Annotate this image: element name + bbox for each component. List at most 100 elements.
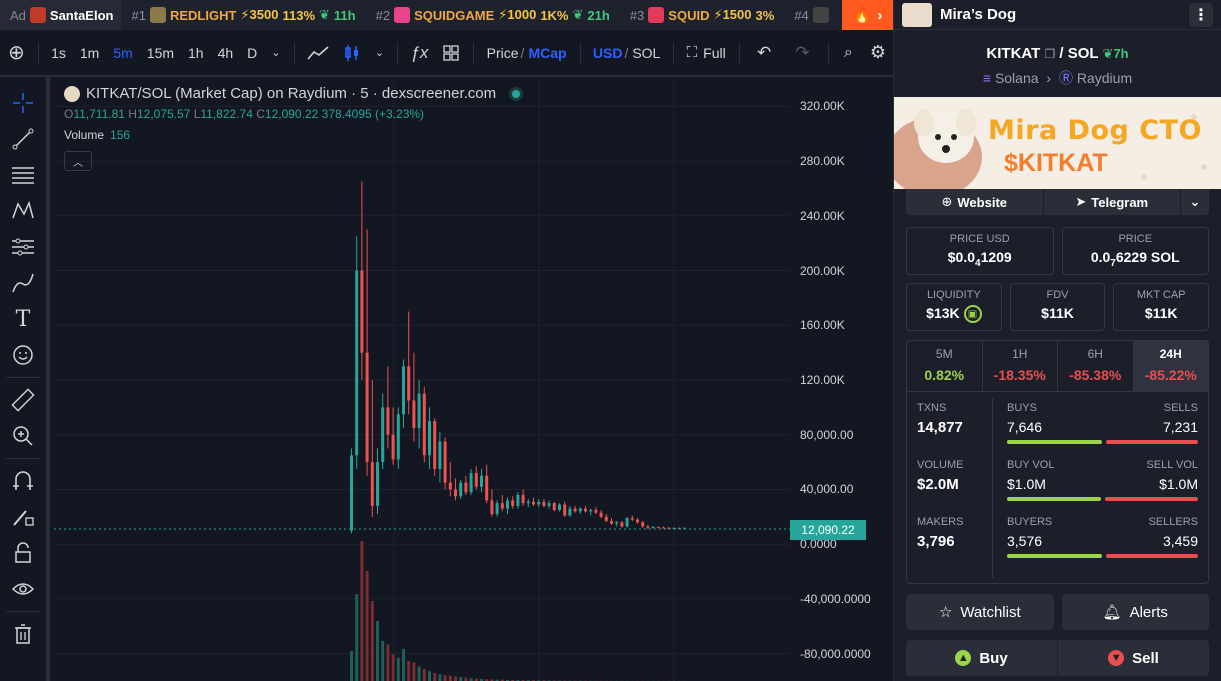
price-usd-box: PRICE USD $0.041209 bbox=[906, 227, 1054, 275]
mcap-box: MKT CAP $11K bbox=[1113, 283, 1210, 331]
fdv-box: FDV $11K bbox=[1009, 283, 1106, 331]
liquidity-box: LIQUIDITY $13K ▣ bbox=[906, 283, 1002, 331]
copy-icon[interactable]: ❐ bbox=[1044, 47, 1055, 61]
buy-button[interactable]: ▲ Buy bbox=[906, 640, 1058, 676]
chart-canvas[interactable] bbox=[54, 79, 892, 681]
brush-icon[interactable] bbox=[6, 265, 40, 301]
text-tool-icon[interactable]: T bbox=[6, 301, 40, 337]
volume-label: Volume bbox=[64, 128, 105, 142]
price-axis[interactable]: 320.00K 280.00K 240.00K 200.00K 160.00K 120.0… bbox=[790, 79, 892, 681]
quick-search-icon[interactable]: ⌕ bbox=[834, 44, 863, 62]
chevron-down-icon[interactable]: ⌄ bbox=[1181, 189, 1209, 215]
interval-dropdown-chevron-icon[interactable]: ⌄ bbox=[264, 46, 287, 59]
tab-change: -18.35% bbox=[993, 367, 1046, 383]
token-avatar bbox=[64, 85, 80, 102]
fullscreen-icon: ⛶ bbox=[686, 44, 698, 61]
sells-label: SELLS bbox=[1163, 402, 1198, 414]
trending-age: 11h bbox=[333, 7, 356, 23]
layout-grid-icon[interactable] bbox=[435, 44, 467, 62]
gear-icon[interactable]: ⚙ bbox=[863, 42, 893, 63]
interval-5m[interactable]: 5m bbox=[106, 45, 139, 61]
buys-sells-ratio-bar bbox=[1007, 440, 1198, 444]
trending-fire-button[interactable]: 🔥 › bbox=[842, 0, 893, 30]
ruler-icon[interactable] bbox=[6, 382, 40, 418]
zoom-in-icon[interactable] bbox=[6, 418, 40, 454]
banner-ticker: $KITKAT bbox=[1004, 149, 1108, 177]
emoji-icon[interactable] bbox=[6, 337, 40, 373]
txns-row: TXNS 14,877 BUYS SELLS 7,646 7,231 bbox=[907, 392, 1208, 448]
interval-1m[interactable]: 1m bbox=[73, 45, 106, 61]
sol-toggle[interactable]: SOL bbox=[628, 45, 667, 61]
volume-bar bbox=[443, 675, 447, 681]
website-button[interactable]: ⊕ Website bbox=[906, 189, 1044, 215]
trending-item-1[interactable]: #1 REDLIGHT ⚡3500 113% ❦ 11h bbox=[121, 7, 365, 23]
interval-d[interactable]: D bbox=[240, 45, 264, 61]
crosshair-icon[interactable] bbox=[6, 85, 40, 121]
indicators-fx-icon[interactable]: ƒx bbox=[403, 43, 435, 63]
eye-icon[interactable] bbox=[6, 571, 40, 607]
candle-body bbox=[552, 503, 556, 510]
pattern-icon[interactable] bbox=[6, 193, 40, 229]
candle-body bbox=[417, 393, 421, 428]
alerts-button[interactable]: 🔔︎ Alerts bbox=[1061, 594, 1209, 630]
trending-name: SQUID bbox=[668, 7, 710, 23]
sprout-icon: ❦ bbox=[572, 7, 584, 22]
trending-item-4[interactable]: #4 bbox=[784, 7, 838, 23]
magnet-icon[interactable] bbox=[6, 463, 40, 499]
lock-icon[interactable]: ▣ bbox=[963, 305, 982, 324]
telegram-button[interactable]: ➤ Telegram bbox=[1044, 189, 1181, 215]
tab-label: 1H bbox=[1012, 347, 1028, 361]
mcap-toggle[interactable]: MCap bbox=[524, 45, 573, 61]
trash-icon[interactable] bbox=[6, 616, 40, 652]
volume-bar bbox=[438, 674, 442, 681]
watchlist-button[interactable]: ☆ Watchlist bbox=[906, 594, 1054, 630]
tab-24h[interactable]: 24H -85.22% bbox=[1133, 341, 1208, 391]
candlestick-icon[interactable] bbox=[336, 44, 368, 62]
interval-1h[interactable]: 1h bbox=[181, 45, 211, 61]
candle-body bbox=[620, 522, 624, 527]
collapse-legend-button[interactable]: ︿ bbox=[64, 151, 92, 171]
trending-name: SQUIDGAME bbox=[414, 7, 495, 23]
usd-toggle[interactable]: USD bbox=[586, 45, 625, 61]
fullscreen-button[interactable]: ⛶ Full bbox=[680, 44, 733, 61]
lock-icon[interactable] bbox=[6, 535, 40, 571]
interval-15m[interactable]: 15m bbox=[140, 45, 181, 61]
volume-row: VOLUME $2.0M BUY VOL SELL VOL $1.0M $1.0M bbox=[907, 449, 1208, 505]
ohlc-low: 11,822.74 bbox=[200, 107, 253, 121]
dex-link[interactable]: Raydium bbox=[1077, 70, 1132, 86]
price-toggle[interactable]: Price bbox=[480, 45, 521, 61]
add-indicator-icon[interactable]: ⊕ bbox=[0, 40, 32, 65]
chart-type-chevron-icon[interactable]: ⌄ bbox=[368, 46, 391, 59]
chain-link[interactable]: Solana bbox=[995, 70, 1039, 86]
line-chart-icon[interactable] bbox=[300, 45, 336, 61]
undo-icon[interactable]: ↶ bbox=[745, 43, 783, 63]
candle-body bbox=[355, 270, 359, 456]
forecast-icon[interactable] bbox=[6, 229, 40, 265]
candle-body bbox=[469, 473, 473, 493]
fib-lines-icon[interactable] bbox=[6, 157, 40, 193]
volume-bar bbox=[360, 541, 364, 681]
more-options-icon[interactable]: ⋮ bbox=[1189, 3, 1213, 27]
sell-button[interactable]: ▼ Sell bbox=[1058, 640, 1209, 676]
tab-5m[interactable]: 5M 0.82% bbox=[907, 341, 983, 391]
redo-icon[interactable]: ↷ bbox=[783, 43, 821, 63]
interval-1s[interactable]: 1s bbox=[44, 45, 73, 61]
volume-bar bbox=[448, 675, 452, 681]
volume-bar bbox=[433, 673, 437, 681]
interval-4h[interactable]: 4h bbox=[211, 45, 241, 61]
trend-line-icon[interactable] bbox=[6, 121, 40, 157]
trending-item-3[interactable]: #3 SQUID ⚡1500 3% bbox=[620, 7, 785, 23]
tab-1h[interactable]: 1H -18.35% bbox=[983, 341, 1058, 391]
tab-change: -85.22% bbox=[1144, 367, 1197, 383]
trending-item-2[interactable]: #2 SQUIDGAME ⚡1000 1K% ❦ 21h bbox=[366, 7, 620, 23]
candle-body bbox=[443, 441, 447, 483]
price-chart[interactable]: KITKAT/SOL (Market Cap) on Raydium · 5 ·… bbox=[54, 79, 892, 681]
volume-bar bbox=[381, 641, 385, 681]
ad-label: Ad bbox=[10, 7, 26, 23]
ad-slot[interactable]: Ad SantaElon bbox=[0, 0, 122, 30]
sprout-icon: ❦ bbox=[1102, 46, 1114, 61]
tab-6h[interactable]: 6H -85.38% bbox=[1058, 341, 1134, 391]
drawing-mode-icon[interactable] bbox=[6, 499, 40, 535]
volume-label: VOLUME bbox=[917, 459, 964, 471]
token-avatar bbox=[394, 7, 411, 23]
